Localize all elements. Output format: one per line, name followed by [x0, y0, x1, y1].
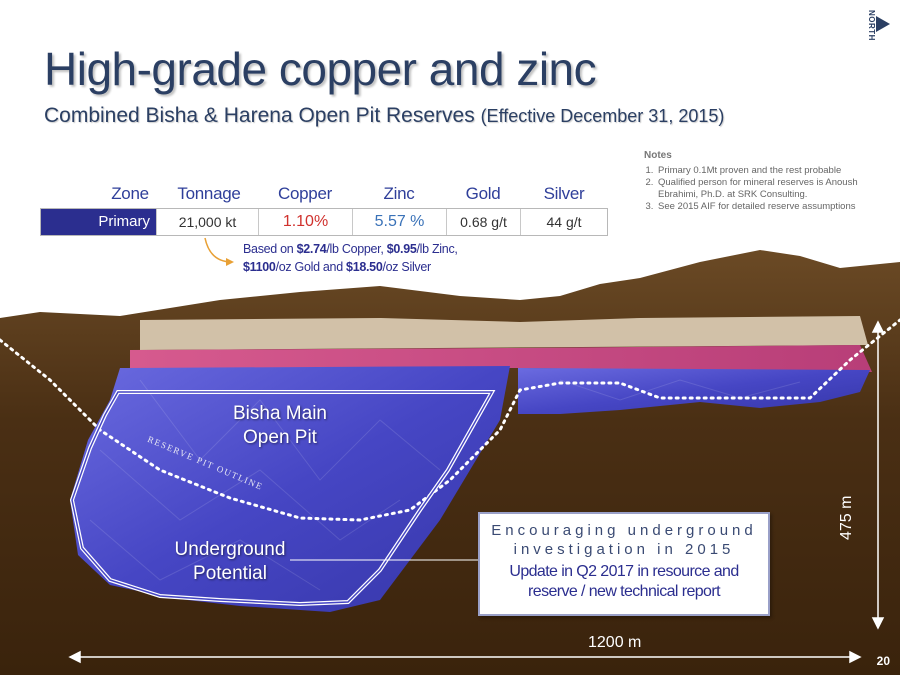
north-indicator: NORTH — [864, 8, 894, 42]
cell-silver: 44 g/t — [546, 214, 582, 230]
note-item: Primary 0.1Mt proven and the rest probab… — [656, 165, 889, 177]
pit-label-line2: Open Pit — [243, 427, 317, 448]
price-basis-line1: Based on $2.74/lb Copper, $0.95/lb Zinc, — [243, 240, 563, 258]
underground-callout-box: Encouraging underground investigation in… — [478, 512, 770, 616]
notes-panel: Notes Primary 0.1Mt proven and the rest … — [644, 150, 889, 213]
price-basis-text: /lb Zinc, — [416, 242, 458, 256]
bisha-main-pit-label: Bisha Main Open Pit — [210, 402, 350, 450]
subtitle-main: Combined Bisha & Harena Open Pit Reserve… — [44, 104, 475, 127]
copper-price: $2.74 — [296, 242, 327, 256]
callout-update: Update in Q2 2017 in resource and reserv… — [480, 562, 768, 602]
cell-tonnage: 21,000 kt — [157, 209, 259, 235]
page-title: High-grade copper and zinc — [44, 43, 597, 95]
callout-update-line2: reserve / new technical report — [528, 583, 720, 600]
callout-update-line1: Update in Q2 2017 in resource and — [509, 563, 739, 580]
zinc-price: $0.95 — [386, 242, 417, 256]
price-basis-text: /oz Silver — [382, 260, 431, 274]
subtitle-effective-date: (Effective December 31, 2015) — [480, 106, 725, 126]
width-dimension-label: 1200 m — [588, 634, 642, 651]
price-basis-line2: $1100/oz Gold and $18.50/oz Silver — [243, 258, 563, 276]
price-basis-text: /lb Copper, — [326, 242, 387, 256]
depth-dimension-label: 475 m — [838, 495, 855, 540]
cell-zinc: 5.57 % — [353, 209, 447, 235]
price-basis-text: Based on — [243, 242, 297, 256]
north-label: NORTH — [867, 10, 876, 41]
header-tonnage: Tonnage — [177, 184, 241, 203]
callout-line1: Encouraging underground — [491, 522, 757, 539]
slide: High-grade copper and zinc Combined Bish… — [0, 0, 900, 675]
underground-label-line1: Underground — [174, 539, 286, 560]
header-silver: Silver — [543, 184, 585, 203]
price-basis-text: /oz Gold and — [275, 260, 347, 274]
silver-price: $18.50 — [346, 260, 383, 274]
note-item: See 2015 AIF for detailed reserve assump… — [656, 201, 889, 213]
underground-label-line2: Potential — [193, 563, 267, 584]
page-subtitle: Combined Bisha & Harena Open Pit Reserve… — [44, 104, 724, 128]
notes-title: Notes — [644, 150, 672, 161]
price-basis-arrow — [204, 237, 233, 263]
notes-list: Primary 0.1Mt proven and the rest probab… — [644, 165, 889, 213]
cell-gold: 0.68 g/t — [447, 209, 521, 235]
price-basis-note: Based on $2.74/lb Copper, $0.95/lb Zinc,… — [243, 240, 563, 276]
underground-potential-label: Underground Potential — [150, 538, 310, 586]
table-row: Primary 21,000 kt 1.10% 5.57 % 0.68 g/t … — [40, 208, 608, 236]
gold-price: $1100 — [243, 260, 276, 274]
header-zone: Zone — [111, 184, 149, 203]
page-number: 20 — [876, 654, 890, 668]
header-zinc: Zinc — [383, 184, 415, 203]
cell-copper: 1.10% — [259, 209, 353, 235]
cell-zone: Primary — [41, 209, 157, 235]
pit-label-line1: Bisha Main — [233, 403, 327, 424]
header-gold: Gold — [465, 184, 501, 203]
note-item: Qualified person for mineral reserves is… — [656, 177, 889, 201]
header-copper: Copper — [278, 184, 332, 203]
callout-line2: investigation in 2015 — [513, 541, 735, 558]
north-arrow-icon — [876, 16, 890, 32]
